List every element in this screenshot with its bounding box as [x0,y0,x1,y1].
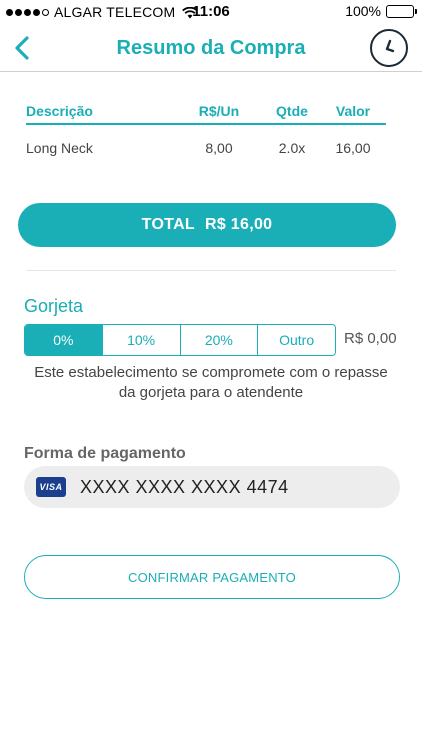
order-summary-table: Descrição R$/Un Qtde Valor Long Neck 8,0… [26,103,386,171]
column-header-value: Valor [335,103,371,119]
tip-option-10-percent[interactable]: 10% [101,325,180,355]
history-button[interactable] [370,29,408,67]
item-description: Long Neck [26,140,93,156]
battery-percent: 100% [345,3,381,19]
navigation-bar: Resumo da Compra [0,24,422,72]
divider [26,270,396,271]
payment-card-selector[interactable]: VISA XXXX XXXX XXXX 4474 [24,466,400,508]
tip-option-20-percent[interactable]: 20% [179,325,258,355]
tip-amount: R$ 0,00 [344,330,397,347]
visa-card-icon: VISA [36,477,66,497]
card-number: XXXX XXXX XXXX 4474 [80,476,289,497]
payment-method-title: Forma de pagamento [24,445,186,462]
battery-icon [386,4,417,18]
tip-selector: 0% 10% 20% Outro [24,324,336,356]
column-header-unit-price: R$/Un [198,103,240,119]
total-banner: TOTAL R$ 16,00 [18,203,396,247]
status-bar: ALGAR TELECOM 11:06 100% [0,0,422,24]
item-quantity: 2.0x [278,140,306,156]
table-header: Descrição R$/Un Qtde Valor [26,103,386,125]
tip-option-0-percent[interactable]: 0% [25,325,102,355]
total-label: TOTAL [141,216,195,233]
page-title: Resumo da Compra [116,37,306,59]
column-header-description: Descrição [26,103,93,119]
tip-note: Este estabelecimento se compromete com o… [34,364,388,401]
table-row: Long Neck 8,00 2.0x 16,00 [26,125,386,171]
item-unit-price: 8,00 [205,140,233,156]
column-header-quantity: Qtde [276,103,308,119]
tip-option-other[interactable]: Outro [257,325,335,355]
status-right: 100% [345,3,417,19]
item-value: 16,00 [335,140,371,156]
total-amount: R$ 16,00 [205,216,273,233]
clock-icon [385,39,395,53]
tip-title: Gorjeta [24,296,84,316]
confirm-payment-button[interactable]: CONFIRMAR PAGAMENTO [24,555,400,599]
